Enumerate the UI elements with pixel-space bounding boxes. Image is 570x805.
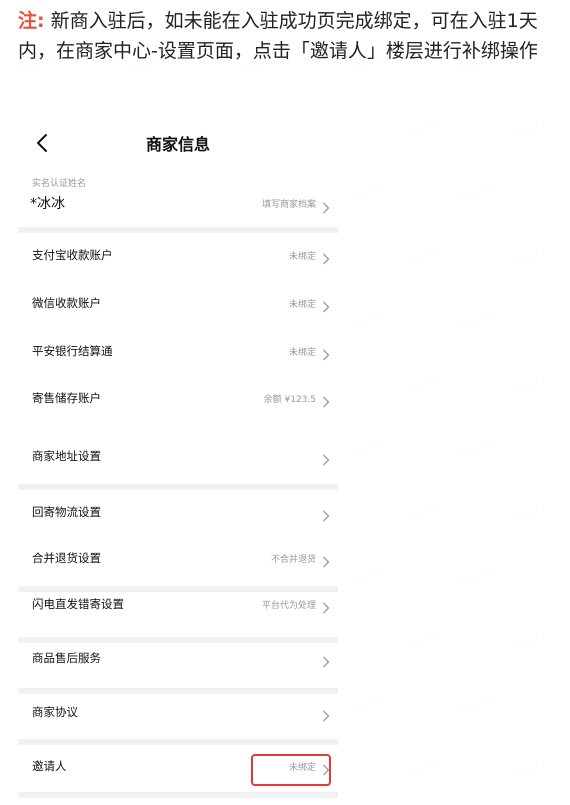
- chevron-right-icon: [322, 298, 330, 313]
- row-label: 商家协议: [32, 705, 78, 719]
- note-prefix: 注:: [18, 10, 45, 32]
- merchant-agreement-row[interactable]: 商家协议: [18, 690, 338, 736]
- chevron-right-icon: [322, 199, 330, 214]
- watermark-mark: · · · · ·: [350, 183, 382, 204]
- watermark-mark: · · · · ·: [460, 695, 492, 716]
- alipay-account-row[interactable]: 支付宝收款账户 未绑定: [18, 233, 338, 279]
- invite-highlight-box: [251, 754, 331, 786]
- row-label: 邀请人: [32, 759, 67, 773]
- section-divider: [18, 586, 338, 592]
- row-value: 未绑定: [288, 252, 316, 262]
- watermark-mark: · · · · ·: [515, 631, 547, 652]
- watermark-mark: · · · · ·: [350, 695, 382, 716]
- chevron-right-icon: [322, 553, 330, 568]
- chevron-right-icon: [322, 507, 330, 522]
- watermark-mark: · · · · ·: [460, 439, 492, 460]
- page-title: 商家信息: [145, 135, 210, 154]
- chevron-right-icon: [322, 346, 330, 361]
- watermark-mark: · · · · ·: [515, 247, 547, 268]
- row-label: 商家地址设置: [32, 449, 101, 463]
- watermark-mark: · · · · ·: [405, 247, 437, 268]
- row-value: 不合并退货: [270, 555, 316, 565]
- nav-bar: 商家信息: [18, 120, 338, 166]
- watermark-mark: · · · · ·: [515, 375, 547, 396]
- row-label: 微信收款账户: [32, 296, 101, 310]
- row-value: 平台代为处理: [261, 601, 316, 611]
- section-divider: [18, 792, 338, 798]
- row-label: 合并退货设置: [32, 551, 101, 565]
- watermark-mark: · · · · ·: [515, 503, 547, 524]
- watermark-mark: · · · · ·: [460, 183, 492, 204]
- watermark-mark: · · · · ·: [350, 439, 382, 460]
- pingan-settlement-row[interactable]: 平安银行结算通 未绑定: [18, 329, 338, 375]
- row-value: 余额 ¥123.5: [263, 395, 316, 405]
- row-value: 未绑定: [288, 300, 316, 310]
- instruction-note: 注: 新商入驻后，如未能在入驻成功页完成绑定，可在入驻1天内，在商家中心-设置页…: [18, 6, 554, 66]
- return-logistics-row[interactable]: 回寄物流设置: [18, 490, 338, 536]
- row-label: 支付宝收款账户: [32, 248, 113, 262]
- merge-return-row[interactable]: 合并退货设置 不合并退货: [18, 536, 338, 582]
- watermark-mark: · · · · ·: [405, 119, 437, 140]
- chevron-right-icon: [322, 250, 330, 265]
- row-value: 未绑定: [288, 348, 316, 358]
- watermark-mark: · · · · ·: [405, 375, 437, 396]
- merchant-info-screen: 商家信息 实名认证姓名 *冰冰 填写商家档案 支付宝收款账户 未绑定 微信收款账户未…: [18, 120, 338, 805]
- verified-name-value: *冰冰: [30, 196, 65, 212]
- verified-name-caption: 实名认证姓名: [32, 179, 87, 189]
- watermark-mark: · · · · ·: [405, 503, 437, 524]
- watermark-mark: · · · · ·: [515, 759, 547, 780]
- watermark-mark: · · · · ·: [350, 311, 382, 332]
- watermark-mark: · · · · ·: [515, 119, 547, 140]
- note-text: 新商入驻后，如未能在入驻成功页完成绑定，可在入驻1天内，在商家中心-设置页面，点…: [18, 10, 538, 62]
- section-divider: [18, 637, 338, 643]
- watermark-mark: · · · · ·: [405, 631, 437, 652]
- watermark-mark: · · · · ·: [460, 567, 492, 588]
- section-divider: [18, 484, 338, 490]
- merchant-address-row[interactable]: 商家地址设置: [18, 434, 338, 480]
- row-label: 寄售储存账户: [32, 391, 101, 405]
- row-label: 平安银行结算通: [32, 344, 113, 358]
- watermark-mark: · · · · ·: [350, 567, 382, 588]
- section-divider: [18, 688, 338, 694]
- row-label: 商品售后服务: [32, 651, 101, 665]
- chevron-right-icon: [322, 451, 330, 466]
- chevron-right-icon: [322, 393, 330, 408]
- consignment-storage-row[interactable]: 寄售储存账户 余额 ¥123.5: [18, 376, 338, 422]
- chevron-right-icon: [322, 707, 330, 722]
- watermark-mark: · · · · ·: [460, 311, 492, 332]
- watermark-mark: · · · · ·: [405, 759, 437, 780]
- section-divider: [18, 739, 338, 745]
- row-label: 回寄物流设置: [32, 505, 101, 519]
- chevron-right-icon: [322, 653, 330, 668]
- row-label: 闪电直发错寄设置: [32, 597, 124, 611]
- verified-name-row[interactable]: 实名认证姓名 *冰冰 填写商家档案: [18, 172, 338, 224]
- chevron-right-icon: [322, 599, 330, 614]
- fill-merchant-profile-link[interactable]: 填写商家档案: [262, 197, 316, 210]
- wechat-account-row[interactable]: 微信收款账户 未绑定: [18, 281, 338, 327]
